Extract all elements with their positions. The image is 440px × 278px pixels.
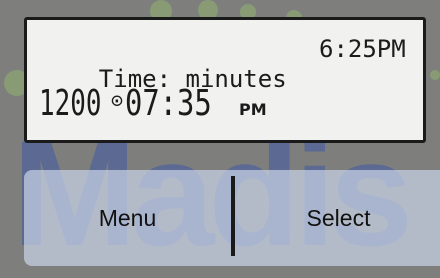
menu-button-label: Menu	[98, 204, 157, 231]
watermark-dot	[430, 70, 440, 80]
end-time-value: 07:35	[125, 83, 212, 124]
ampm-indicator: PM	[239, 100, 267, 119]
clock-icon: ⊙	[111, 88, 124, 112]
menu-button[interactable]: Menu	[24, 170, 231, 266]
softkey-bar: Menu Select	[24, 170, 440, 266]
lcd-line-2: 1200 ⊙ 07:35 PM	[39, 82, 267, 130]
lcd-display: Time: minutes 6:25PM 1200 ⊙ 07:35 PM	[24, 17, 426, 143]
select-button-label: Select	[306, 204, 371, 231]
duration-value: 1200	[39, 83, 102, 124]
current-time: 6:25PM	[319, 35, 406, 63]
select-button[interactable]: Select	[235, 170, 440, 266]
